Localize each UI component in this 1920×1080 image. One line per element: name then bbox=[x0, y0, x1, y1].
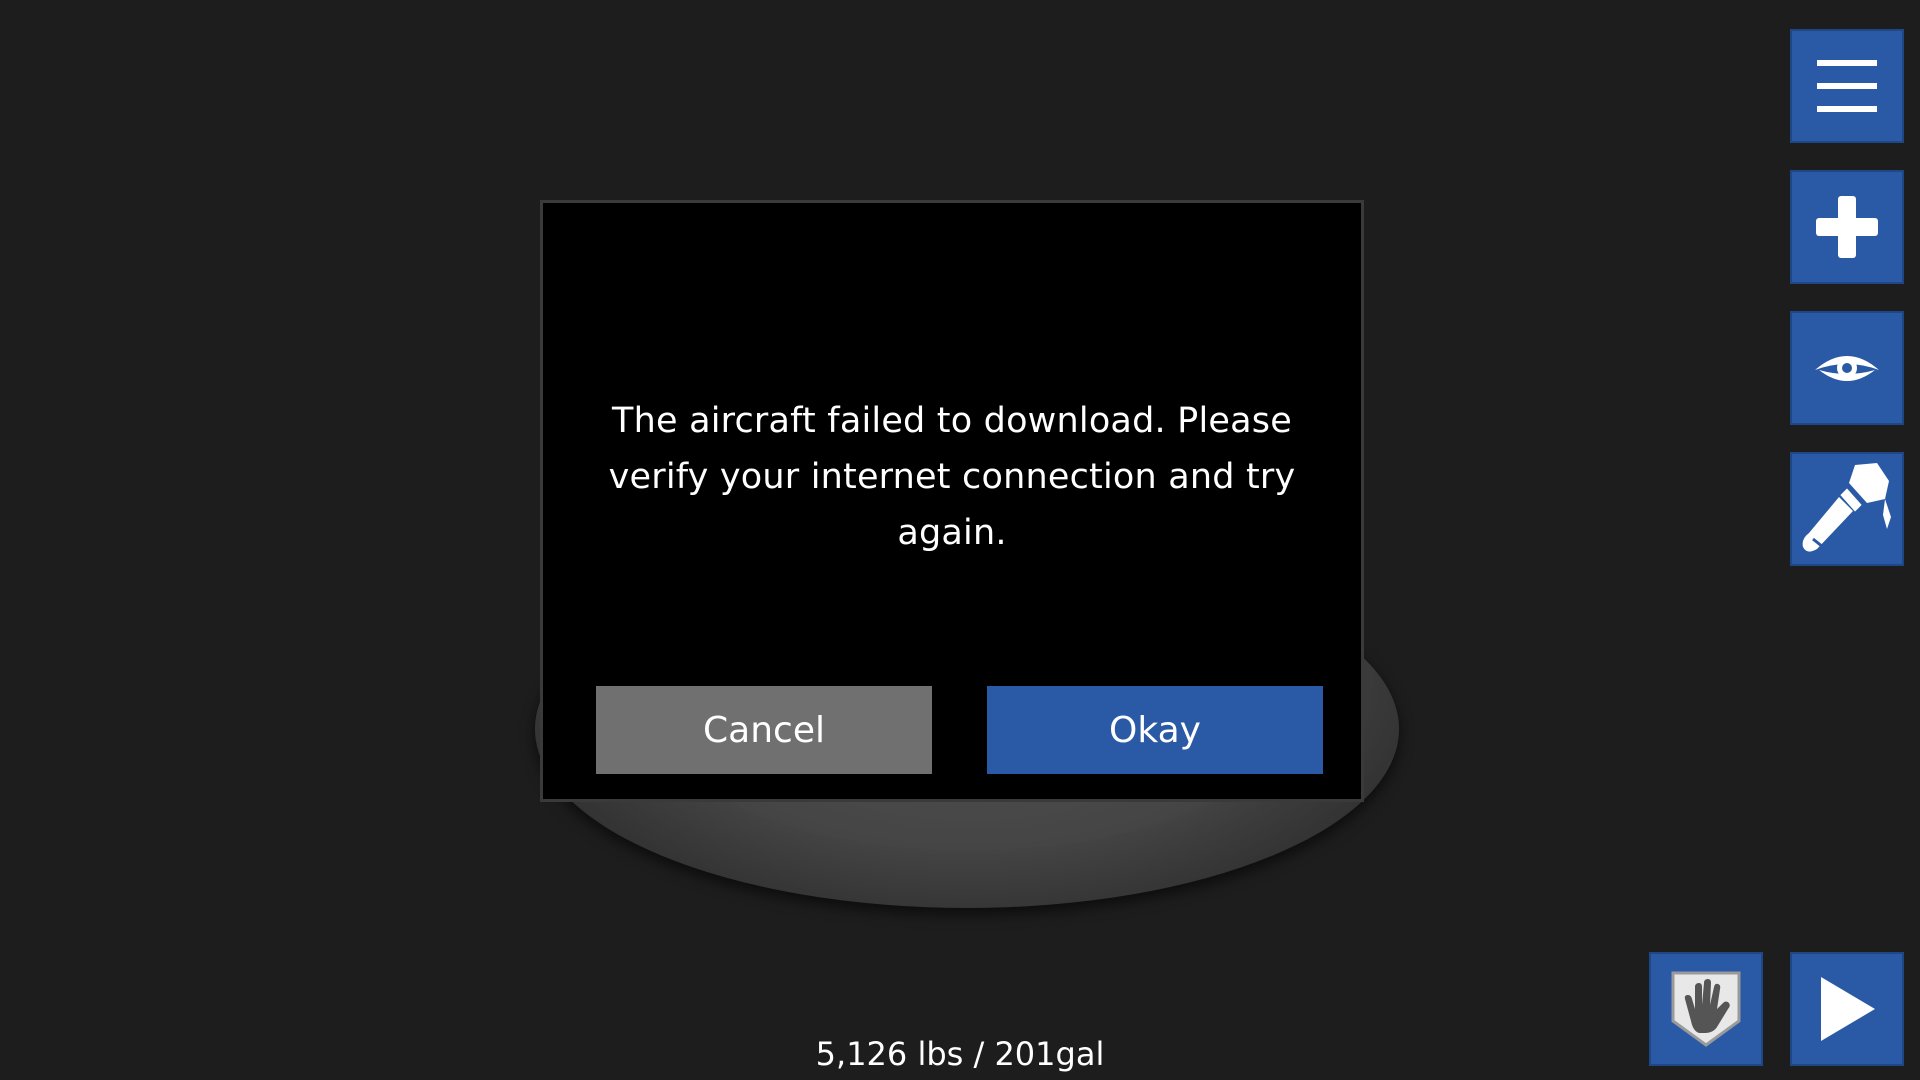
error-message: The aircraft failed to download. Please … bbox=[608, 401, 1296, 553]
view-button[interactable] bbox=[1790, 311, 1904, 425]
eye-icon bbox=[1815, 356, 1879, 381]
play-button[interactable] bbox=[1790, 952, 1904, 1066]
hamburger-menu-icon bbox=[1817, 60, 1877, 112]
paint-button[interactable] bbox=[1790, 452, 1904, 566]
error-dialog: The aircraft failed to download. Please … bbox=[540, 200, 1364, 802]
menu-button[interactable] bbox=[1790, 29, 1904, 143]
plus-icon bbox=[1816, 196, 1878, 258]
hangar-scene: The aircraft failed to download. Please … bbox=[0, 0, 1920, 1080]
cancel-button[interactable]: Cancel bbox=[596, 686, 932, 774]
paintbrush-icon bbox=[1802, 463, 1891, 552]
weight-fuel-readout: 5,126 lbs / 201gal bbox=[815, 1035, 1105, 1073]
hand-button[interactable] bbox=[1649, 952, 1763, 1066]
hand-shield-icon bbox=[1671, 971, 1741, 1047]
add-button[interactable] bbox=[1790, 170, 1904, 284]
okay-button[interactable]: Okay bbox=[987, 686, 1323, 774]
play-icon bbox=[1821, 977, 1875, 1041]
